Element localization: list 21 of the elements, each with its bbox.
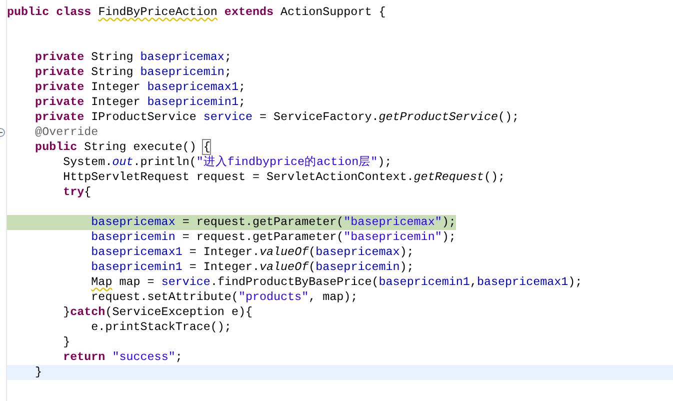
code-line: e.printStackTrace();	[90, 320, 232, 335]
code-line: }catch(ServiceException e){	[62, 305, 252, 320]
code-line: private IProductService service = ServiceFactory.getProductService();	[34, 110, 520, 125]
code-line: System.out.println("进入findbyprice的action层");	[62, 155, 392, 170]
code-line: public String execute() {	[34, 140, 210, 155]
code-line: try{	[62, 185, 92, 200]
code-line: public class FindByPriceAction extends ActionSupport {	[7, 5, 386, 20]
code-line: return "success";	[62, 350, 182, 365]
code-line: private String basepricemin;	[34, 65, 232, 80]
code-line: private Integer basepricemax1;	[34, 80, 246, 95]
code-line: Map map = service.findProductByBasePrice(basepricemin1,basepricemax1);	[90, 275, 582, 290]
code-line: private Integer basepricemin1;	[34, 95, 246, 110]
code-line: }	[62, 335, 70, 350]
code-line: request.setAttribute("products", map);	[90, 290, 358, 305]
code-line: @Override	[34, 125, 98, 140]
code-line: private String basepricemax;	[34, 50, 232, 65]
code-line: }	[34, 365, 42, 380]
code-line: basepricemax1 = Integer.valueOf(basepricemax);	[90, 245, 414, 260]
code-line: HttpServletRequest request = ServletActionContext.getRequest();	[62, 170, 505, 185]
code-line: basepricemin1 = Integer.valueOf(basepricemin);	[90, 260, 414, 275]
code-line: basepricemin = request.getParameter("basepricemin");	[90, 230, 456, 245]
